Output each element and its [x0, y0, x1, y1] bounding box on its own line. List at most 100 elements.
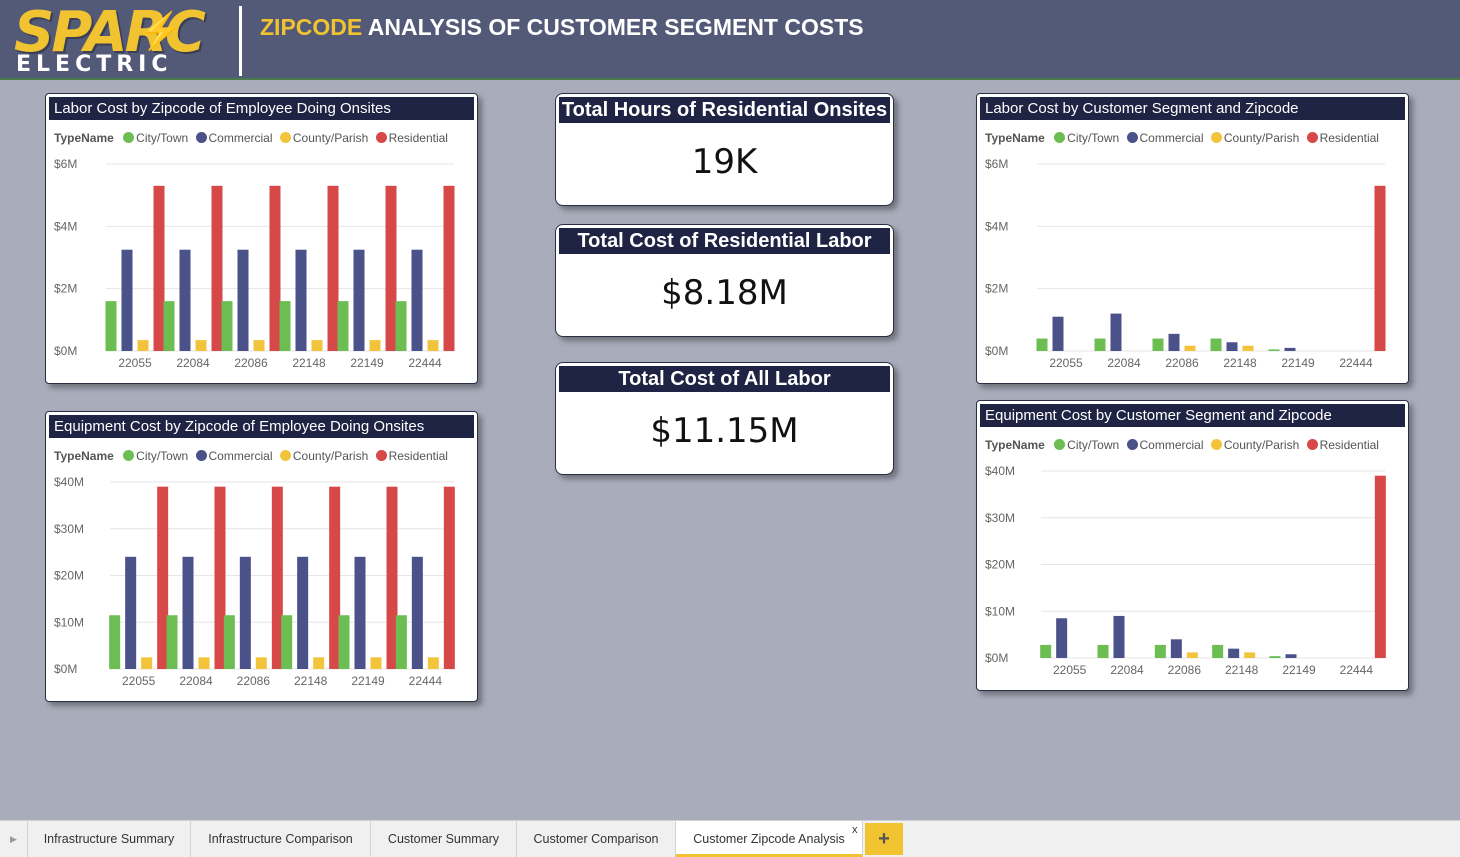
y-tick-label: $4M [54, 219, 77, 233]
kpi-card-title: Total Cost of All Labor [559, 366, 890, 392]
x-tick-label: 22444 [409, 674, 443, 688]
bar-city-town-22084[interactable] [1097, 644, 1109, 658]
x-tick-label: 22149 [1282, 663, 1316, 677]
bar-commercial-22149[interactable] [1284, 347, 1296, 351]
bar-city-town-22148[interactable] [1210, 338, 1222, 351]
tab-customer-zipcode-analysis[interactable]: Customer Zipcode Analysis [676, 821, 863, 857]
bar-commercial-22086[interactable] [1168, 333, 1180, 351]
bar-residential-22084[interactable] [211, 185, 223, 351]
bar-commercial-22148[interactable] [1226, 342, 1238, 351]
bar-city-town-22149[interactable] [337, 301, 349, 351]
kpi-card-value: 19K [691, 142, 758, 182]
bar-county-parish-22148[interactable] [313, 657, 325, 669]
bar-city-town-22148[interactable] [279, 301, 291, 351]
equipment-cost-by-employee-zipcode-chart[interactable]: Equipment Cost by Zipcode of Employee Do… [45, 411, 478, 702]
close-tab-icon[interactable]: x [852, 825, 858, 836]
bar-city-town-22149[interactable] [1269, 656, 1281, 658]
bar-city-town-22055[interactable] [109, 615, 121, 669]
bar-commercial-22086[interactable] [1170, 639, 1182, 658]
equipment-cost-by-segment-zipcode-chart[interactable]: Equipment Cost by Customer Segment and Z… [976, 400, 1409, 691]
bar-city-town-22084[interactable] [166, 615, 178, 669]
bar-commercial-22055[interactable] [1056, 618, 1068, 658]
bar-city-town-22086[interactable] [1152, 338, 1164, 351]
bar-commercial-22084[interactable] [182, 556, 194, 669]
bar-city-town-22148[interactable] [281, 615, 293, 669]
tab-customer-comparison[interactable]: Customer Comparison [517, 821, 676, 857]
x-tick-label: 22148 [1225, 663, 1259, 677]
labor-cost-by-employee-zipcode-chart[interactable]: Labor Cost by Zipcode of Employee Doing … [45, 93, 478, 384]
y-tick-label: $30M [985, 511, 1015, 525]
x-tick-label: 22086 [1165, 356, 1199, 370]
bar-county-parish-22444[interactable] [427, 657, 439, 669]
bar-city-town-22055[interactable] [1036, 338, 1048, 351]
bar-county-parish-22086[interactable] [1184, 345, 1196, 351]
bar-city-town-22055[interactable] [1040, 644, 1052, 658]
bar-commercial-22084[interactable] [179, 249, 191, 351]
bar-city-town-22055[interactable] [105, 301, 117, 351]
bar-commercial-22149[interactable] [1285, 654, 1297, 658]
tab-scroll-left-button[interactable]: ▶ [0, 821, 28, 857]
bar-county-parish-22086[interactable] [253, 340, 265, 351]
bar-county-parish-22086[interactable] [255, 657, 267, 669]
bar-city-town-22444[interactable] [395, 615, 407, 669]
bar-commercial-22084[interactable] [1110, 313, 1122, 351]
bar-county-parish-22055[interactable] [137, 340, 149, 351]
bar-residential-22149[interactable] [385, 185, 397, 351]
bar-commercial-22148[interactable] [1228, 648, 1240, 658]
bar-county-parish-22084[interactable] [198, 657, 210, 669]
bar-city-town-22086[interactable] [221, 301, 233, 351]
page-tab-bar: ▶ Infrastructure Summary Infrastructure … [0, 820, 1460, 857]
bar-commercial-22148[interactable] [295, 249, 307, 351]
add-page-button[interactable]: + [865, 823, 903, 855]
y-tick-label: $0M [54, 662, 77, 676]
bar-commercial-22086[interactable] [239, 556, 251, 669]
bar-residential-22444[interactable] [1374, 185, 1386, 351]
kpi-card-residential-onsite-hours[interactable]: Total Hours of Residential Onsites 19K [555, 93, 894, 206]
bar-city-town-22148[interactable] [1212, 644, 1224, 658]
bar-commercial-22055[interactable] [125, 556, 137, 669]
bar-city-town-22086[interactable] [223, 615, 235, 669]
tab-customer-summary[interactable]: Customer Summary [371, 821, 517, 857]
bar-commercial-22444[interactable] [411, 556, 423, 669]
bar-residential-22444[interactable] [1374, 475, 1386, 658]
bar-county-parish-22086[interactable] [1186, 652, 1198, 658]
kpi-card-residential-labor-cost[interactable]: Total Cost of Residential Labor $8.18M [555, 224, 894, 337]
tab-infrastructure-summary[interactable]: Infrastructure Summary [28, 821, 191, 857]
bar-county-parish-22149[interactable] [370, 657, 382, 669]
labor-cost-by-segment-zipcode-chart[interactable]: Labor Cost by Customer Segment and Zipco… [976, 93, 1409, 384]
bar-county-parish-22149[interactable] [369, 340, 381, 351]
bar-county-parish-22084[interactable] [195, 340, 207, 351]
bar-commercial-22148[interactable] [297, 556, 309, 669]
bar-city-town-22444[interactable] [395, 301, 407, 351]
bar-city-town-22149[interactable] [338, 615, 350, 669]
page-title: ZIPCODE ANALYSIS OF CUSTOMER SEGMENT COS… [260, 14, 864, 41]
bar-city-town-22084[interactable] [1094, 338, 1106, 351]
bar-commercial-22149[interactable] [354, 556, 366, 669]
bar-commercial-22055[interactable] [121, 249, 133, 351]
bar-county-parish-22055[interactable] [141, 657, 153, 669]
bar-commercial-22084[interactable] [1113, 615, 1125, 658]
bar-commercial-22444[interactable] [411, 249, 423, 351]
x-tick-label: 22055 [1053, 663, 1087, 677]
bar-city-town-22149[interactable] [1268, 349, 1280, 351]
bar-residential-22148[interactable] [327, 185, 339, 351]
bar-residential-22444[interactable] [443, 185, 455, 351]
bar-county-parish-22148[interactable] [1244, 652, 1256, 658]
bar-commercial-22086[interactable] [237, 249, 249, 351]
tab-infrastructure-comparison[interactable]: Infrastructure Comparison [191, 821, 371, 857]
bar-county-parish-22148[interactable] [1242, 345, 1254, 351]
bar-residential-22086[interactable] [269, 185, 281, 351]
logo-text-bottom: ELECTRIC [16, 52, 173, 77]
bar-commercial-22149[interactable] [353, 249, 365, 351]
y-tick-label: $6M [985, 157, 1008, 171]
bar-city-town-22084[interactable] [163, 301, 175, 351]
kpi-card-total-labor-cost[interactable]: Total Cost of All Labor $11.15M [555, 362, 894, 475]
bar-county-parish-22148[interactable] [311, 340, 323, 351]
kpi-card-value: $8.18M [661, 273, 788, 313]
bar-commercial-22055[interactable] [1052, 316, 1064, 351]
x-tick-label: 22084 [1110, 663, 1144, 677]
bar-residential-22055[interactable] [153, 185, 165, 351]
bar-county-parish-22444[interactable] [427, 340, 439, 351]
bar-city-town-22086[interactable] [1154, 644, 1166, 658]
bar-residential-22444[interactable] [443, 486, 455, 669]
